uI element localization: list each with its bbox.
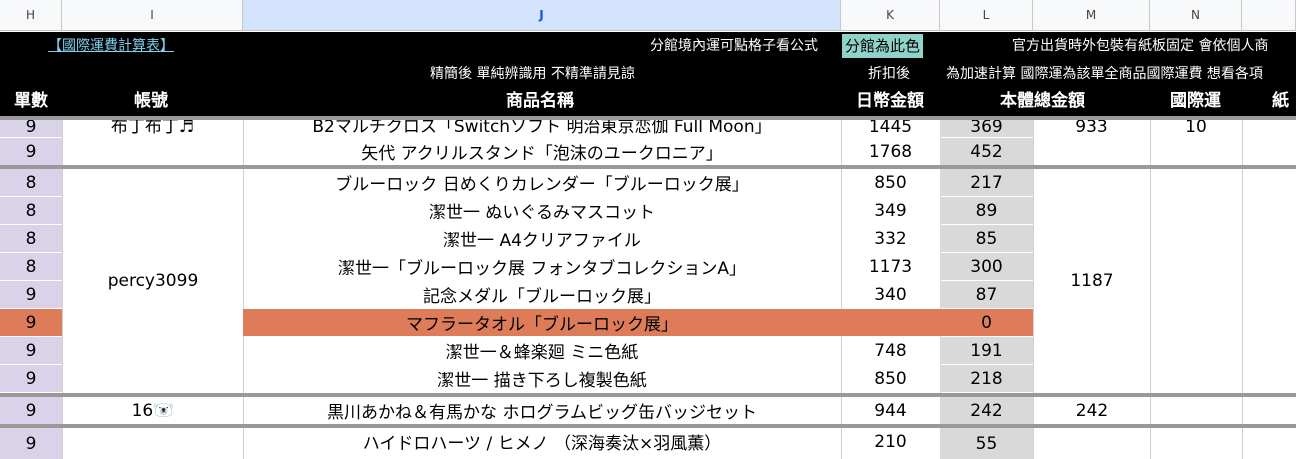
account-cell[interactable]: 16🐻‍❄️ — [63, 397, 243, 424]
qty-cell[interactable]: 9 — [0, 397, 62, 424]
packaging-note: 官方出貨時外包裝有紙板固定 會依個人商 — [1012, 38, 1269, 54]
jpy-cell[interactable]: 944 — [841, 397, 940, 424]
qty-label: 單數 — [14, 91, 48, 111]
column-header-o[interactable] — [1242, 0, 1296, 31]
qty-cell[interactable]: 9 — [0, 309, 62, 336]
jpy-cell[interactable]: 340 — [841, 281, 940, 308]
product-cell[interactable]: 潔世一「ブルーロック展 フォンタブコレクションA」 — [243, 253, 841, 280]
intl-fee-cell[interactable]: 933 — [1033, 120, 1150, 137]
branch-color-label: 分館為此色 — [842, 34, 924, 58]
product-cell[interactable]: マフラータオル「ブルーロック展」 — [243, 309, 841, 336]
product-cell[interactable]: ハイドロハーツ / ヒメノ （深海奏汰×羽風薫） — [243, 428, 841, 455]
product-label: 商品名稱 — [506, 91, 574, 111]
total-cell[interactable]: 191 — [940, 337, 1033, 364]
qty-cell[interactable]: 9 — [0, 337, 62, 364]
qty-cell[interactable]: 8 — [0, 253, 62, 280]
product-cell[interactable]: ブルーロック 日めくりカレンダー「ブルーロック展」 — [243, 169, 841, 196]
jpy-cell[interactable]: 1445 — [841, 120, 940, 137]
simplified-note: 精簡後 單純辨識用 不精準請見諒 — [430, 66, 635, 82]
calc-table-link[interactable]: 【國際運費計算表】 — [48, 36, 174, 56]
column-header-i[interactable]: I — [62, 0, 243, 31]
column-header-h[interactable]: H — [0, 0, 62, 31]
formula-note: 分館境內運可點格子看公式 — [650, 38, 818, 54]
product-cell[interactable]: 潔世一 A4クリアファイル — [243, 225, 841, 252]
intl-fee-cell[interactable]: 242 — [1034, 397, 1150, 424]
product-cell[interactable]: 潔世一 ぬいぐるみマスコット — [243, 197, 841, 224]
total-cell[interactable]: 87 — [940, 281, 1033, 308]
sheet-header: 【國際運費計算表】 分館境內運可點格子看公式 分館為此色 官方出貨時外包裝有紙板… — [0, 32, 1296, 116]
qty-cell[interactable]: 9 — [0, 365, 62, 392]
product-cell[interactable]: 矢代 アクリルスタンド「泡沫のユークロニア」 — [243, 138, 841, 165]
discount-note: 折扣後 — [868, 66, 910, 82]
total-cell[interactable]: 85 — [940, 225, 1033, 252]
jpy-cell[interactable]: 210 — [841, 428, 940, 455]
product-cell[interactable]: B2マルチクロス「Switchソフト 明治東京恋伽 Full Moon」 — [243, 120, 841, 137]
accel-note: 為加速計算 國際運為該單全商品國際運費 想看各項 — [946, 66, 1263, 82]
product-cell[interactable]: 黒川あかね＆有馬かな ホログラムビッグ缶バッジセット — [243, 397, 841, 424]
column-header-m[interactable]: M — [1033, 0, 1150, 31]
account-cell[interactable]: percy3099 — [63, 169, 243, 392]
jpy-cell[interactable]: 332 — [841, 225, 940, 252]
total-cell[interactable]: 300 — [940, 253, 1033, 280]
jpy-cell[interactable]: 850 — [841, 365, 940, 392]
jpy-cell[interactable]: 748 — [841, 337, 940, 364]
account-label: 帳號 — [134, 91, 168, 111]
total-cell[interactable]: 55 — [940, 428, 1033, 459]
qty-cell[interactable]: 8 — [0, 169, 62, 196]
column-header-n[interactable]: N — [1150, 0, 1242, 31]
qty-cell[interactable]: 9 — [0, 281, 62, 308]
qty-cell[interactable]: 8 — [0, 225, 62, 252]
column-header-k[interactable]: K — [841, 0, 940, 31]
jpy-cell[interactable]: 850 — [841, 169, 940, 196]
total-cell[interactable]: 369 — [940, 120, 1033, 137]
total-cell[interactable]: 242 — [940, 397, 1033, 424]
column-header-l[interactable]: L — [940, 0, 1033, 31]
total-cell[interactable]: 452 — [940, 138, 1033, 165]
jpy-cell[interactable]: 349 — [841, 197, 940, 224]
qty-cell[interactable]: 9 — [0, 138, 62, 165]
qty-cell[interactable]: 9 — [0, 120, 62, 137]
product-cell[interactable]: 潔世一＆蜂楽廻 ミニ色紙 — [243, 337, 841, 364]
intl-fee-cell[interactable]: 1187 — [1034, 169, 1150, 392]
product-cell[interactable]: 記念メダル「ブルーロック展」 — [243, 281, 841, 308]
total-cell[interactable]: 89 — [940, 197, 1033, 224]
qty-cell[interactable]: 9 — [0, 428, 62, 459]
column-header-j[interactable]: J — [243, 0, 841, 31]
jpy-cell[interactable] — [841, 309, 940, 336]
jpy-label: 日幣金額 — [856, 91, 924, 111]
jpy-cell[interactable]: 1768 — [841, 138, 940, 165]
paper-fee-cell[interactable]: 10 — [1150, 120, 1242, 137]
total-label: 本體總金額 — [1000, 91, 1085, 111]
intl-label: 國際運 — [1170, 91, 1221, 111]
total-cell[interactable]: 218 — [940, 365, 1033, 392]
paper-label: 紙 — [1272, 91, 1289, 111]
account-cell[interactable]: 布丁布丁♬ — [62, 120, 243, 137]
jpy-cell[interactable]: 1173 — [841, 253, 940, 280]
qty-cell[interactable]: 8 — [0, 197, 62, 224]
total-cell[interactable]: 0 — [940, 309, 1033, 336]
product-cell[interactable]: 潔世一 描き下ろし複製色紙 — [243, 365, 841, 392]
total-cell[interactable]: 217 — [940, 169, 1033, 196]
